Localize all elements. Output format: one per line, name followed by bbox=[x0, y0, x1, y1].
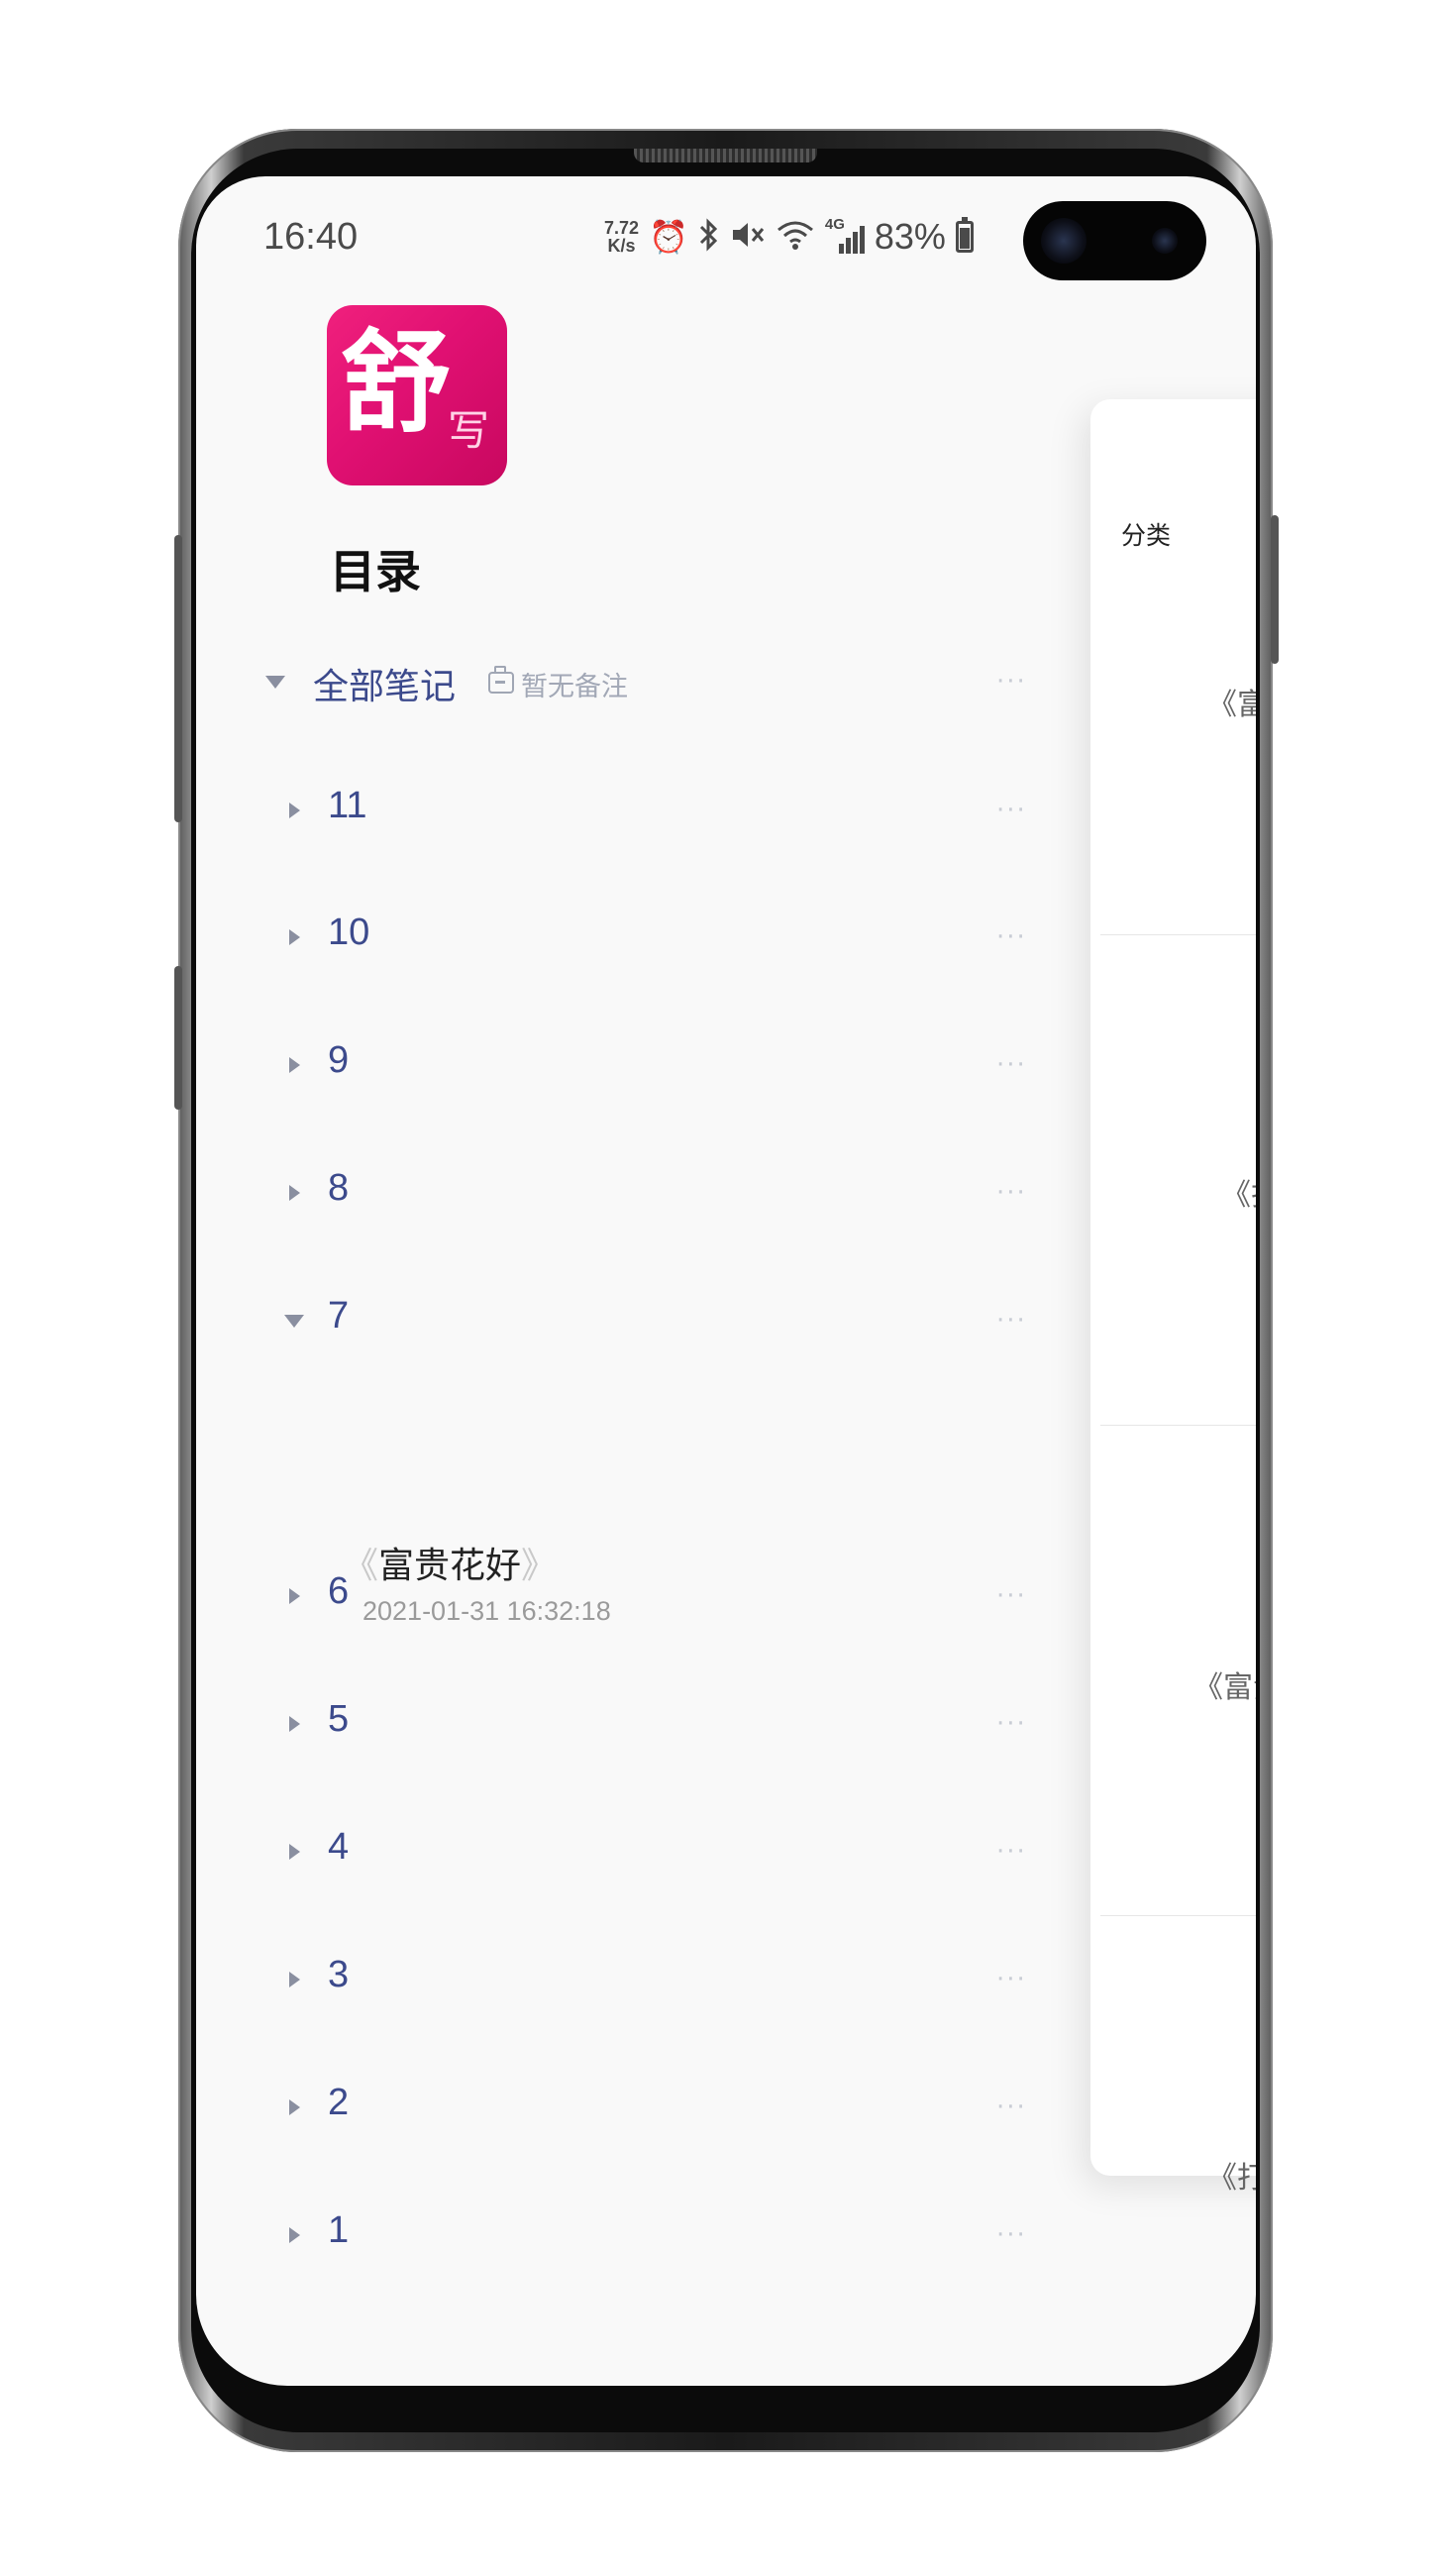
category-label[interactable]: 11 bbox=[328, 785, 366, 827]
expand-caret-icon[interactable] bbox=[289, 1185, 300, 1201]
main-notes-panel[interactable]: 分类 《富 《扫 《富贵 《打 bbox=[1090, 399, 1256, 2196]
expand-caret-icon[interactable] bbox=[289, 1844, 300, 1860]
app-logo-subtext: 写 bbox=[447, 406, 489, 455]
expand-caret-icon[interactable] bbox=[289, 1588, 300, 1604]
phone-side-button bbox=[174, 535, 182, 822]
category-row[interactable]: 4 ··· bbox=[196, 1822, 1068, 1881]
more-options-icon[interactable]: ··· bbox=[996, 2094, 1027, 2120]
more-options-icon[interactable]: ··· bbox=[996, 1583, 1027, 1609]
expand-caret-icon[interactable] bbox=[289, 929, 300, 945]
panel-divider bbox=[1100, 1915, 1256, 1916]
collapse-caret-icon[interactable] bbox=[284, 1315, 304, 1328]
all-notes-row[interactable]: 全部笔记 暂无备注 ··· bbox=[196, 652, 1068, 711]
phone-power-button bbox=[1271, 515, 1279, 664]
drawer-title: 目录 bbox=[330, 545, 421, 598]
category-label[interactable]: 4 bbox=[328, 1826, 349, 1869]
more-options-icon[interactable]: ··· bbox=[996, 1308, 1027, 1334]
category-label[interactable]: 1 bbox=[328, 2209, 349, 2252]
app-logo: 舒 写 bbox=[327, 305, 507, 485]
more-options-icon[interactable]: ··· bbox=[996, 1967, 1027, 1992]
category-label[interactable]: 2 bbox=[328, 2082, 349, 2124]
panel-note-title[interactable]: 《富贵 bbox=[1193, 1663, 1256, 1706]
more-options-icon[interactable]: ··· bbox=[996, 1711, 1027, 1737]
expand-caret-icon[interactable] bbox=[289, 1972, 300, 1987]
app-logo-text: 舒 bbox=[341, 318, 452, 448]
directory-drawer: 舒 写 目录 全部笔记 暂无备注 ··· 11 ··· 10 ··· 9 ··· bbox=[196, 176, 1068, 2386]
expand-caret-icon[interactable] bbox=[289, 1716, 300, 1732]
category-label[interactable]: 6 bbox=[328, 1570, 349, 1613]
more-options-icon[interactable]: ··· bbox=[996, 1180, 1027, 1206]
category-row[interactable]: 3 ··· bbox=[196, 1950, 1068, 2009]
expand-caret-icon[interactable] bbox=[289, 2227, 300, 2243]
category-row[interactable]: 5 ··· bbox=[196, 1694, 1068, 1754]
more-options-icon[interactable]: ··· bbox=[996, 669, 1027, 695]
category-label[interactable]: 5 bbox=[328, 1698, 349, 1741]
more-options-icon[interactable]: ··· bbox=[996, 924, 1027, 950]
category-row[interactable]: 9 ··· bbox=[196, 1035, 1068, 1095]
category-label[interactable]: 8 bbox=[328, 1167, 349, 1210]
category-row[interactable]: 2 ··· bbox=[196, 2078, 1068, 2137]
panel-divider bbox=[1100, 934, 1256, 935]
more-options-icon[interactable]: ··· bbox=[996, 798, 1027, 823]
panel-note-title[interactable]: 《富 bbox=[1207, 680, 1256, 723]
category-row[interactable]: 6 ··· bbox=[196, 1566, 1068, 1626]
expand-caret-icon[interactable] bbox=[289, 2099, 300, 2115]
category-row[interactable]: 8 ··· bbox=[196, 1163, 1068, 1223]
panel-divider bbox=[1100, 1425, 1256, 1426]
category-row[interactable]: 10 ··· bbox=[196, 908, 1068, 967]
all-notes-remark[interactable]: 暂无备注 bbox=[521, 665, 628, 703]
phone-speaker bbox=[634, 149, 817, 162]
expand-caret-icon[interactable] bbox=[289, 803, 300, 818]
category-label[interactable]: 10 bbox=[328, 912, 369, 954]
category-row[interactable]: 11 ··· bbox=[196, 781, 1068, 840]
remark-icon bbox=[488, 666, 514, 694]
camera-lens bbox=[1152, 228, 1178, 254]
all-notes-label[interactable]: 全部笔记 bbox=[313, 658, 456, 709]
phone-side-button bbox=[174, 966, 182, 1110]
panel-note-title[interactable]: 《扫 bbox=[1221, 1170, 1256, 1214]
expand-caret-icon[interactable] bbox=[289, 1057, 300, 1073]
category-row[interactable]: 1 ··· bbox=[196, 2205, 1068, 2265]
panel-note-title[interactable]: 《打 bbox=[1207, 2153, 1256, 2197]
more-options-icon[interactable]: ··· bbox=[996, 2222, 1027, 2248]
collapse-caret-icon[interactable] bbox=[265, 676, 285, 689]
more-options-icon[interactable]: ··· bbox=[996, 1052, 1027, 1078]
category-row[interactable]: 7 ··· bbox=[196, 1291, 1068, 1350]
category-label[interactable]: 9 bbox=[328, 1039, 349, 1082]
panel-category-label[interactable]: 分类 bbox=[1121, 516, 1171, 552]
category-label[interactable]: 3 bbox=[328, 1954, 349, 1996]
more-options-icon[interactable]: ··· bbox=[996, 1839, 1027, 1865]
phone-screen: 16:40 7.72 K/s ⏰ 4G 83% 分类 《富 《 《富 《打 舒 … bbox=[196, 176, 1256, 2386]
category-label[interactable]: 7 bbox=[328, 1295, 349, 1338]
